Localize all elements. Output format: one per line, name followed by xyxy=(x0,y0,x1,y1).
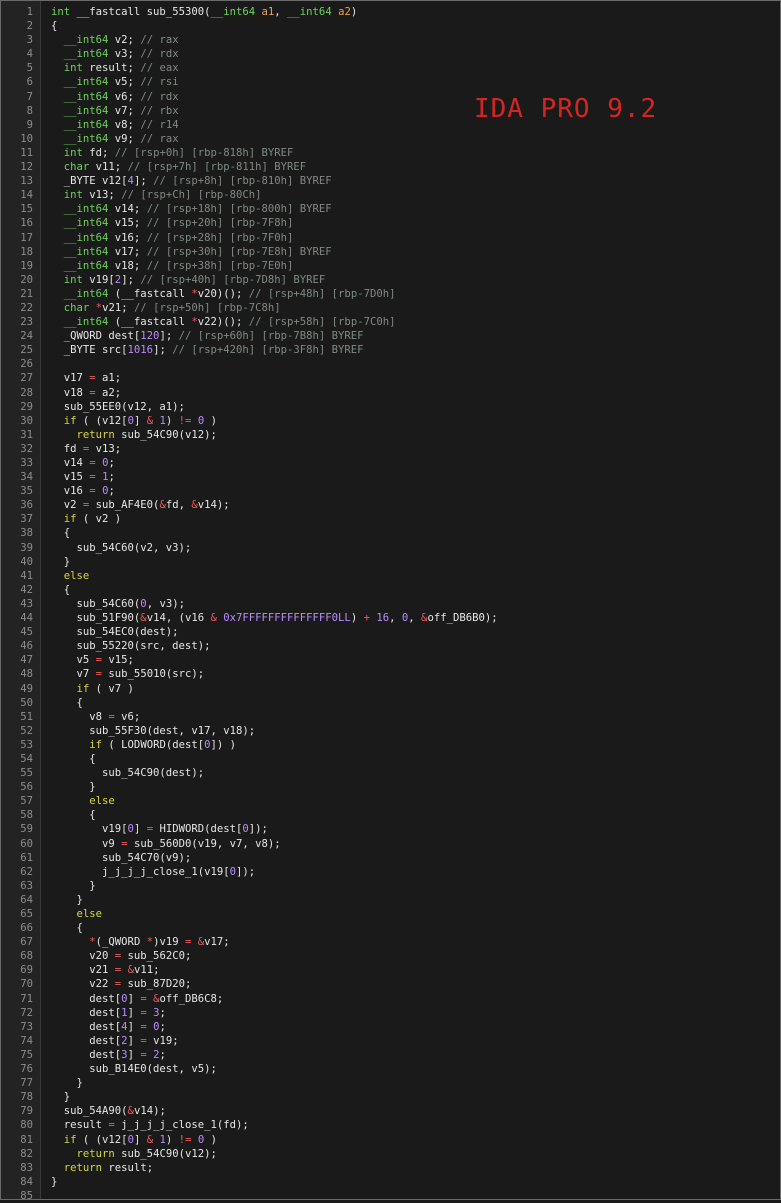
editor-frame xyxy=(0,0,781,1200)
pseudocode-editor[interactable]: 1 int __fastcall sub_55300(__int64 a1, __… xyxy=(0,0,781,1202)
